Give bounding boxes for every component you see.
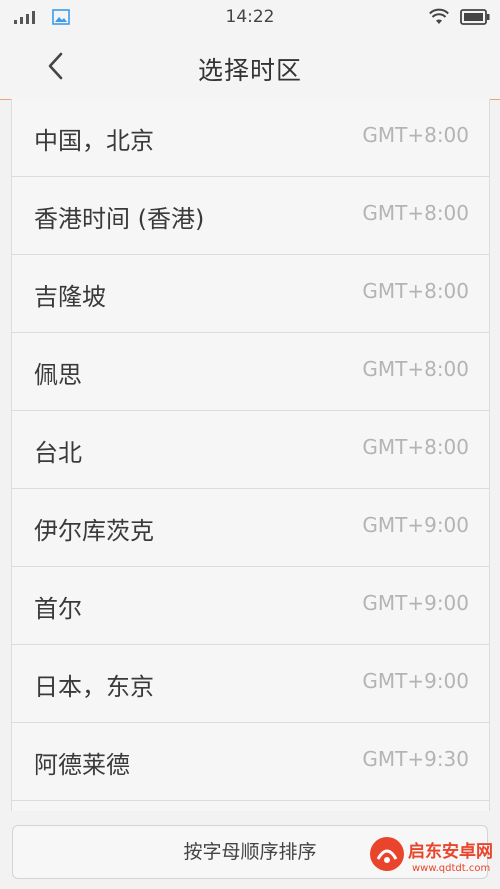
timezone-name: 香港时间 (香港) (34, 205, 205, 233)
watermark-url: www.qdtdt.com (412, 863, 491, 874)
timezone-offset: GMT+8:00 (362, 357, 469, 381)
timezone-row[interactable]: 吉隆坡 GMT+8:00 (12, 255, 489, 333)
battery-icon (460, 9, 490, 25)
bottom-bar: 按字母顺序排序 启东安卓网 www.qdtdt.com (0, 811, 500, 889)
timezone-name: 阿德莱德 (34, 751, 130, 779)
title-bar: 选择时区 (0, 34, 500, 100)
timezone-offset: GMT+9:00 (362, 669, 469, 693)
timezone-row[interactable]: 日本，东京 GMT+9:00 (12, 645, 489, 723)
watermark-title: 启东安卓网 (408, 842, 493, 862)
watermark: 启东安卓网 www.qdtdt.com (368, 831, 500, 889)
status-time: 14:22 (225, 7, 275, 27)
timezone-row[interactable]: 首尔 GMT+9:00 (12, 567, 489, 645)
timezone-name: 日本，东京 (34, 673, 154, 701)
timezone-name: 佩思 (34, 361, 82, 389)
wifi-icon (429, 8, 449, 24)
timezone-name: 首尔 (34, 595, 82, 623)
watermark-logo-icon (370, 837, 404, 871)
timezone-row[interactable]: 中国，北京 GMT+8:00 (12, 99, 489, 177)
timezone-offset: GMT+9:30 (362, 747, 469, 771)
timezone-row[interactable]: 伊尔库茨克 GMT+9:00 (12, 489, 489, 567)
timezone-offset: GMT+9:00 (362, 513, 469, 537)
status-bar: 14:22 (0, 0, 500, 34)
timezone-row[interactable]: 佩思 GMT+8:00 (12, 333, 489, 411)
timezone-name: 吉隆坡 (34, 283, 106, 311)
timezone-row[interactable]: 香港时间 (香港) GMT+8:00 (12, 177, 489, 255)
timezone-offset: GMT+8:00 (362, 201, 469, 225)
timezone-row-partial[interactable] (12, 801, 489, 811)
timezone-name: 伊尔库茨克 (34, 517, 154, 545)
timezone-offset: GMT+8:00 (362, 435, 469, 459)
timezone-offset: GMT+9:00 (362, 591, 469, 615)
timezone-row[interactable]: 台北 GMT+8:00 (12, 411, 489, 489)
page-title: 选择时区 (197, 56, 302, 85)
timezone-row[interactable]: 阿德莱德 GMT+9:30 (12, 723, 489, 801)
timezone-name: 台北 (34, 439, 82, 467)
timezone-offset: GMT+8:00 (362, 123, 469, 147)
timezone-offset: GMT+8:00 (362, 279, 469, 303)
timezone-list[interactable]: 中国，北京 GMT+8:00 香港时间 (香港) GMT+8:00 吉隆坡 GM… (11, 99, 490, 811)
timezone-name: 中国，北京 (34, 127, 154, 155)
